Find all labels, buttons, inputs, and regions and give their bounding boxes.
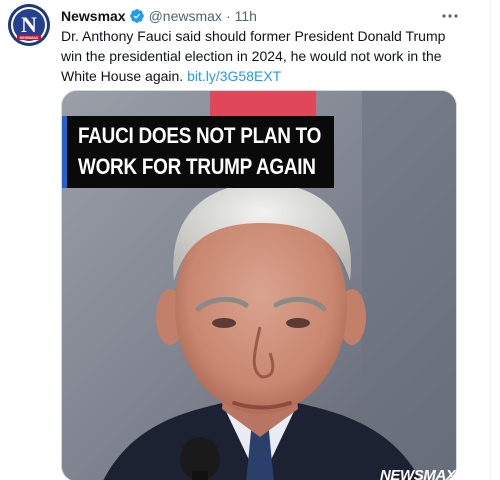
tweet-header: Newsmax @newsmax · 11h xyxy=(61,7,257,25)
verified-badge-icon xyxy=(129,8,145,24)
timeline-border xyxy=(490,0,491,480)
newsmax-logo-icon: N NEWSMAX xyxy=(8,4,50,46)
headline-line-1: FAUCI DOES NOT PLAN TO xyxy=(78,123,322,148)
avatar[interactable]: N NEWSMAX xyxy=(8,4,50,46)
tweet-link[interactable]: bit.ly/3G58EXT xyxy=(187,68,281,84)
separator-dot: · xyxy=(225,8,231,24)
tweet-timestamp[interactable]: 11h xyxy=(235,8,257,24)
more-horizontal-icon xyxy=(442,14,458,18)
headline-line-2: WORK FOR TRUMP AGAIN xyxy=(78,154,316,179)
author-handle[interactable]: @newsmax xyxy=(149,8,222,24)
tweet-text: Dr. Anthony Fauci said should former Pre… xyxy=(61,26,457,86)
headline-banner: FAUCI DOES NOT PLAN TO WORK FOR TRUMP AG… xyxy=(62,116,334,188)
more-options-button[interactable] xyxy=(436,6,464,26)
avatar-wordmark: NEWSMAX xyxy=(20,36,39,40)
tweet-media[interactable]: FAUCI DOES NOT PLAN TO WORK FOR TRUMP AG… xyxy=(61,90,457,480)
newsmax-watermark: NEWSMAX xyxy=(380,467,456,480)
author-name[interactable]: Newsmax xyxy=(61,8,126,24)
avatar-letter: N xyxy=(21,12,37,37)
